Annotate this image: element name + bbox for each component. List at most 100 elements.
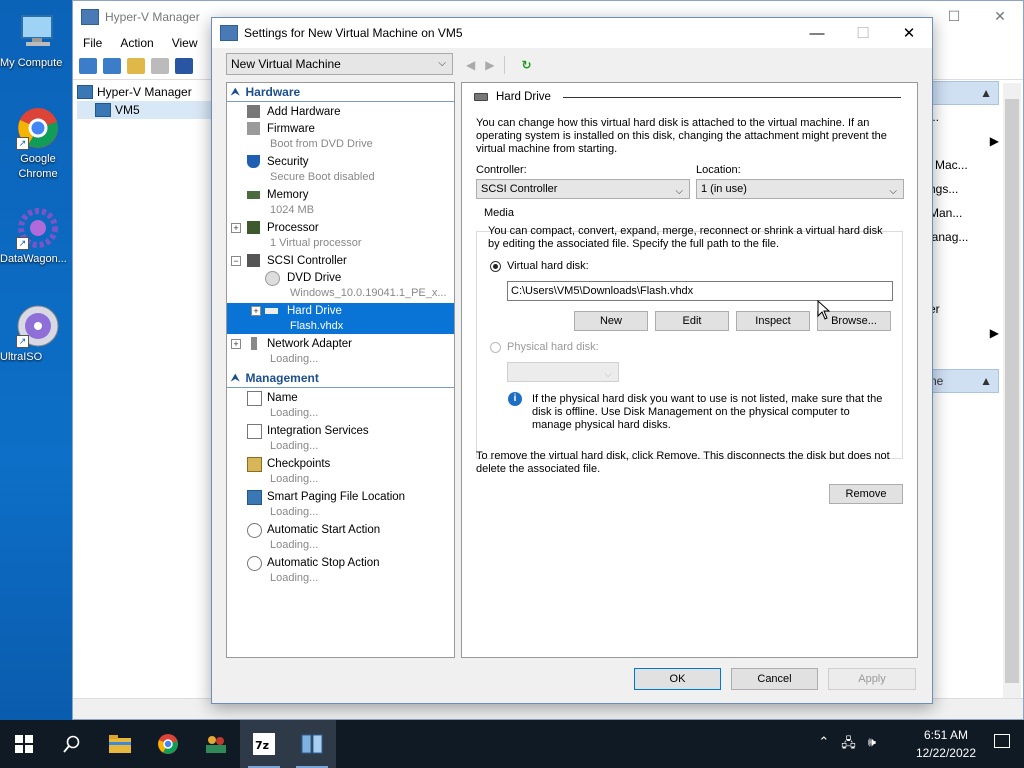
expand-icon[interactable]: + — [231, 223, 241, 233]
tree-item-security[interactable]: Security Secure Boot disabled — [227, 154, 454, 185]
tree-item-add-hardware[interactable]: Add Hardware — [227, 104, 454, 120]
section-management[interactable]: ⮝ Management — [227, 369, 454, 388]
scroll-thumb[interactable] — [1005, 99, 1019, 683]
server-icon — [95, 103, 111, 117]
maximize-icon[interactable]: ☐ — [931, 1, 977, 31]
expand-icon[interactable]: + — [231, 339, 241, 349]
apply-button[interactable]: Apply — [828, 668, 916, 690]
edit-button[interactable]: Edit — [655, 311, 729, 331]
minimize-icon[interactable]: — — [794, 18, 840, 48]
tree-item-integration-services[interactable]: Integration Services Loading... — [227, 423, 454, 454]
notifications-icon[interactable] — [994, 734, 1010, 748]
physical-disk-radio[interactable] — [490, 342, 501, 353]
desktop-icon-my-computer[interactable]: My Compute — [0, 10, 76, 69]
action-row-submenu[interactable]: ▶ — [927, 129, 999, 153]
location-dropdown[interactable]: 1 (in use) ⌵ — [696, 179, 904, 199]
action-row[interactable]: er — [927, 297, 999, 321]
tree-item-firmware[interactable]: Firmware Boot from DVD Drive — [227, 121, 454, 152]
taskbar-hyperv[interactable] — [288, 720, 336, 768]
action-row-submenu[interactable]: ▶ — [927, 321, 999, 345]
vm-select-dropdown[interactable]: New Virtual Machine ⌵ — [226, 53, 453, 75]
volume-icon[interactable]: 🕪 — [868, 734, 876, 756]
action-row[interactable]: ... — [927, 105, 999, 129]
search-button[interactable] — [48, 720, 96, 768]
close-icon[interactable]: ✕ — [886, 18, 932, 48]
tree-item-hard-drive[interactable]: + Hard Drive Flash.vhdx — [227, 303, 454, 334]
taskbar-file-explorer[interactable] — [96, 720, 144, 768]
action-row[interactable]: lanag... — [927, 225, 999, 249]
hard-drive-settings-panel: Hard Drive You can change how this virtu… — [461, 82, 918, 658]
taskbar-7zip[interactable]: 7z — [240, 720, 288, 768]
hard-drive-icon — [474, 93, 488, 101]
menu-file[interactable]: File — [83, 36, 102, 50]
taskbar-chrome[interactable] — [144, 720, 192, 768]
desktop-icon-google-chrome[interactable]: ↗ Google Chrome — [0, 106, 76, 180]
clock-date: 12/22/2022 — [915, 746, 976, 760]
actions-header-vm[interactable]: ne ▲ — [927, 369, 999, 393]
tree-server-vm5[interactable]: VM5 — [77, 101, 227, 119]
tree-root[interactable]: Hyper-V Manager — [77, 83, 227, 101]
tree-item-smart-paging[interactable]: Smart Paging File Location Loading... — [227, 489, 454, 520]
tree-item-auto-start[interactable]: Automatic Start Action Loading... — [227, 522, 454, 553]
refresh-icon[interactable]: ↻ — [521, 58, 531, 72]
tree-item-memory[interactable]: Memory 1024 MB — [227, 187, 454, 218]
physical-disk-info: If the physical hard disk you want to us… — [532, 393, 883, 431]
start-button[interactable] — [0, 720, 48, 768]
previous-icon[interactable]: ◀ — [466, 58, 475, 72]
collapse-icon[interactable]: − — [231, 256, 241, 266]
inspect-button[interactable]: Inspect — [736, 311, 810, 331]
menu-action[interactable]: Action — [120, 36, 153, 50]
close-icon[interactable]: ✕ — [977, 1, 1023, 31]
disc-icon: ↗ — [16, 304, 60, 348]
forward-icon[interactable] — [103, 58, 121, 74]
desktop-icon-datawagon[interactable]: ↗ DataWagon... — [0, 206, 76, 265]
desktop-icon-ultraiso[interactable]: ↗ UltraISO — [0, 304, 76, 363]
action-row[interactable]: l Mac... — [927, 153, 999, 177]
tree-item-network-adapter[interactable]: + Network Adapter Loading... — [227, 336, 454, 367]
taskbar-app[interactable] — [192, 720, 240, 768]
chevron-up-icon[interactable]: ⌃ — [818, 734, 829, 756]
tree-item-auto-stop[interactable]: Automatic Stop Action Loading... — [227, 555, 454, 586]
controller-dropdown[interactable]: SCSI Controller ⌵ — [476, 179, 690, 199]
back-icon[interactable] — [79, 58, 97, 74]
clock[interactable]: 6:51 AM 12/22/2022 — [916, 726, 976, 762]
folder-up-icon[interactable] — [127, 58, 145, 74]
section-hardware[interactable]: ⮝ Hardware — [227, 83, 454, 102]
tree-item-checkpoints[interactable]: Checkpoints Loading... — [227, 456, 454, 487]
desktop-icon-label: DataWagon... — [0, 253, 67, 265]
action-row[interactable]: ngs... — [927, 177, 999, 201]
checkpoint-icon — [247, 457, 262, 472]
help-icon[interactable] — [175, 58, 193, 74]
action-row[interactable] — [927, 249, 999, 273]
action-row[interactable]: Man... — [927, 201, 999, 225]
memory-icon — [247, 191, 260, 199]
new-button[interactable]: New — [574, 311, 648, 331]
virtual-disk-radio[interactable] — [490, 261, 501, 272]
hyperv-icon — [301, 734, 323, 754]
network-icon[interactable]: 🖧 — [841, 734, 856, 756]
action-row[interactable] — [927, 345, 999, 369]
remove-button[interactable]: Remove — [829, 484, 903, 504]
ok-button[interactable]: OK — [634, 668, 721, 690]
vhd-path-input[interactable]: C:\Users\VM5\Downloads\Flash.vhdx — [507, 281, 893, 301]
tree-item-scsi-controller[interactable]: − SCSI Controller — [227, 253, 454, 269]
integration-icon — [247, 424, 262, 439]
virtual-disk-label: Virtual hard disk: — [507, 260, 589, 272]
shortcut-arrow-icon: ↗ — [16, 335, 29, 348]
paging-icon — [247, 490, 262, 505]
settings-tree: ⮝ Hardware Add Hardware Firmware Boot fro… — [226, 82, 455, 658]
tree-item-name[interactable]: Name Loading... — [227, 390, 454, 421]
chevron-down-icon: ⌵ — [889, 186, 897, 197]
cancel-button[interactable]: Cancel — [731, 668, 818, 690]
expand-icon[interactable]: + — [251, 306, 261, 316]
show-hide-icon[interactable] — [151, 58, 169, 74]
dialog-window-controls: — ☐ ✕ — [794, 18, 932, 48]
actions-scrollbar[interactable] — [1003, 83, 1021, 699]
menu-view[interactable]: View — [172, 36, 198, 50]
action-row[interactable] — [927, 273, 999, 297]
next-icon[interactable]: ▶ — [485, 58, 494, 72]
actions-header-vm5[interactable]: ▲ — [927, 81, 999, 105]
tree-item-dvd-drive[interactable]: DVD Drive Windows_10.0.19041.1_PE_x... — [227, 270, 454, 301]
tree-item-processor[interactable]: + Processor 1 Virtual processor — [227, 220, 454, 251]
hyperv-node-icon — [77, 85, 93, 99]
